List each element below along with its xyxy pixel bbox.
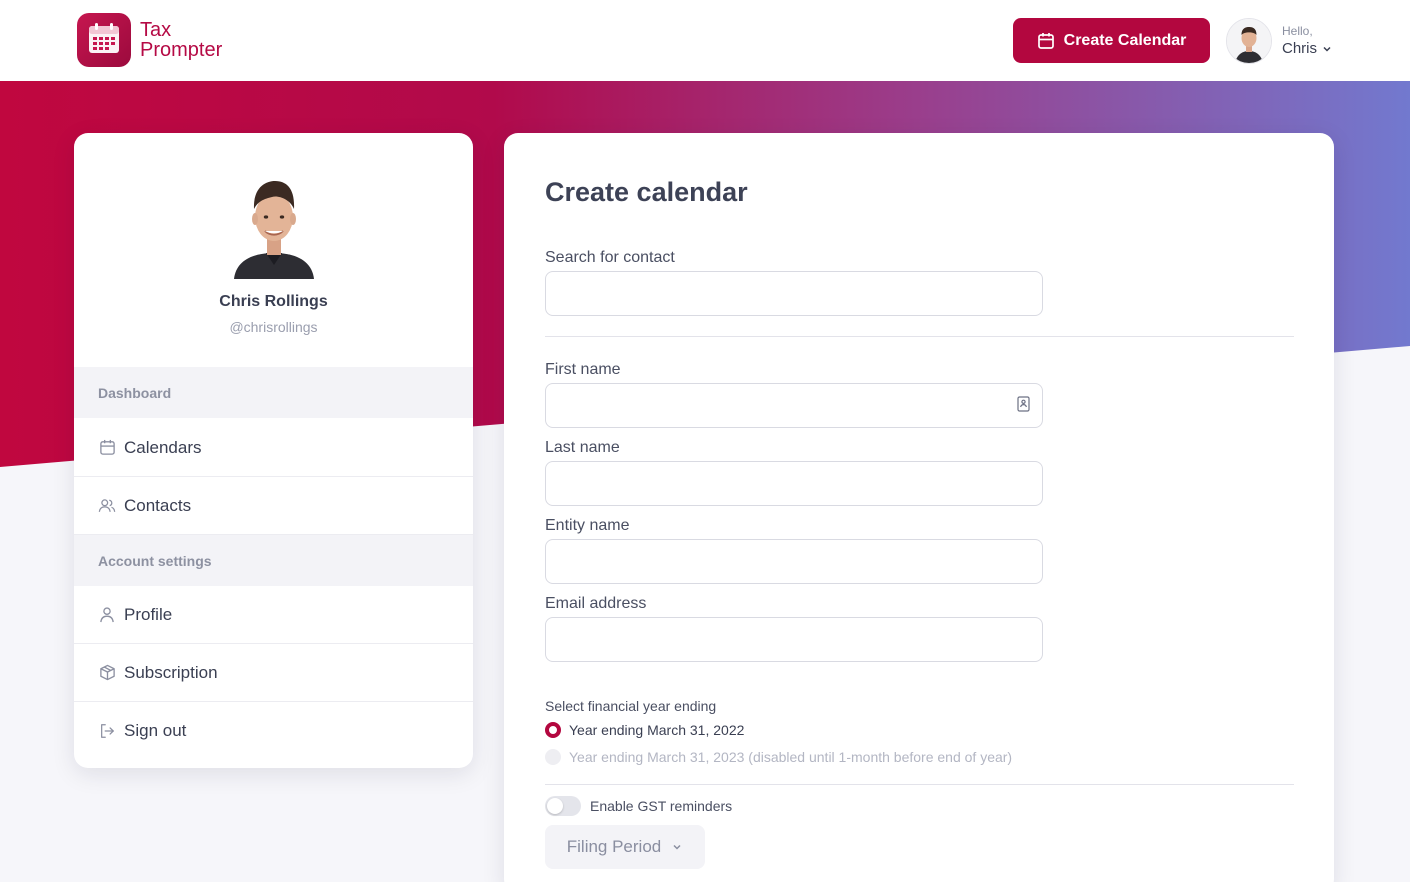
sidebar-item-label: Contacts [124,495,192,515]
create-calendar-card: Create calendar Search for contact First… [504,133,1334,882]
sidebar-item-contacts[interactable]: Contacts [74,477,473,535]
fy-option-label: Year ending March 31, 2023 (disabled unt… [569,749,1013,765]
user-first-name: Chris [1282,40,1318,57]
fy-option-2022[interactable]: Year ending March 31, 2022 [545,722,744,738]
user-greeting: Hello, Chris [1282,23,1333,59]
entity-name-label: Entity name [545,517,630,534]
email-address-label: Email address [545,595,647,612]
calendar-logo-icon [77,13,131,67]
fy-option-label: Year ending March 31, 2022 [569,722,745,738]
sidebar-item-label: Calendars [124,437,202,457]
profile-name: Chris Rollings [219,293,328,310]
last-name-input[interactable] [545,461,1043,506]
filing-period-label: Filing Period [566,837,662,856]
user-menu[interactable]: Hello, Chris [1226,18,1333,64]
first-name-input[interactable] [545,383,1043,428]
last-name-label: Last name [545,439,620,456]
sidebar-item-label: Profile [124,604,173,624]
create-calendar-button-label: Create Calendar [1063,31,1187,49]
chevron-down-icon [1323,46,1331,52]
chevron-down-icon [673,844,681,850]
user-icon [98,606,116,624]
sidebar-section-account-settings: Account settings [74,535,473,586]
calendar-icon [98,439,116,457]
brand-logo[interactable]: Tax Prompter [77,13,222,67]
user-name: Chris [1282,39,1333,59]
sidebar-item-calendars[interactable]: Calendars [74,419,473,477]
email-address-input[interactable] [545,617,1043,662]
sidebar-item-profile[interactable]: Profile [74,586,473,644]
avatar [1226,18,1272,64]
contact-card-icon[interactable] [1017,396,1030,412]
radio-selected[interactable] [545,722,561,738]
gst-reminders-row[interactable]: Enable GST reminders [545,796,732,816]
entity-name-input[interactable] [545,539,1043,584]
divider [545,784,1294,785]
profile-photo [234,181,314,279]
sidebar-card: Chris Rollings @chrisrollings Dashboard … [74,133,473,768]
top-navigation-bar: Tax Prompter Create Calendar Hello, Chri… [0,0,1410,81]
search-contact-input[interactable] [545,271,1043,316]
sidebar-item-sign-out[interactable]: Sign out [74,702,473,760]
greeting-text: Hello, [1282,24,1313,38]
calendar-icon [1037,32,1054,49]
sign-out-icon [98,722,116,740]
sidebar-item-label: Subscription [124,662,218,682]
divider [545,336,1294,337]
gst-reminders-label: Enable GST reminders [590,798,733,814]
brand-name: Tax Prompter [140,20,222,60]
box-icon [98,664,116,682]
brand-name-line1: Tax [140,19,172,41]
profile-handle: @chrisrollings [229,319,318,335]
sidebar-item-label: Sign out [124,721,187,740]
gst-reminders-toggle[interactable] [545,796,581,816]
search-contact-label: Search for contact [545,249,675,266]
first-name-label: First name [545,361,621,378]
financial-year-label: Select financial year ending [545,698,717,714]
page-title: Create calendar [545,177,748,207]
users-icon [98,497,116,515]
sidebar-section-dashboard: Dashboard [74,367,473,418]
brand-name-line2: Prompter [140,39,223,61]
sidebar-item-subscription[interactable]: Subscription [74,644,473,702]
create-calendar-button[interactable]: Create Calendar [1013,18,1210,63]
filing-period-dropdown[interactable]: Filing Period [545,825,705,869]
radio-disabled [545,749,561,765]
fy-option-2023: Year ending March 31, 2023 (disabled unt… [545,749,1012,765]
